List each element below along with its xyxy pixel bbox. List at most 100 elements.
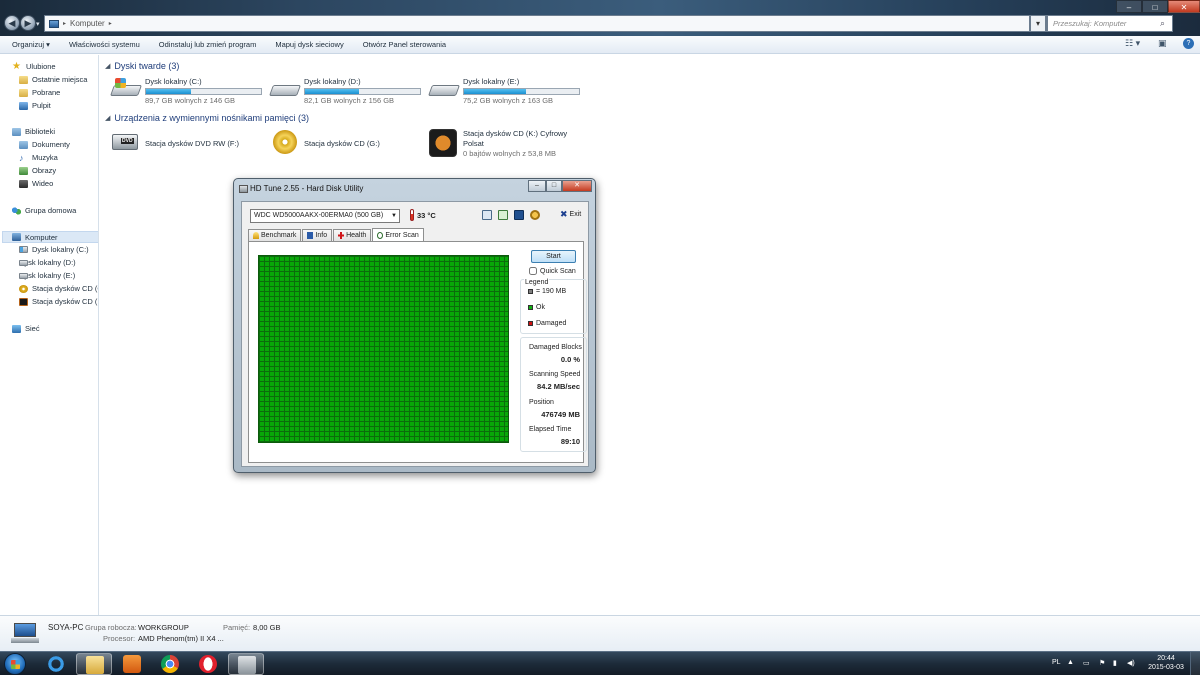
dropdown-arrow-icon[interactable]: ▼ — [391, 210, 397, 222]
drive-dvd-f[interactable]: DVD Stacja dysków DVD RW (F:) — [111, 130, 239, 158]
computer-icon — [11, 621, 39, 645]
drive-select[interactable]: WDC WD5000AAKX-00ERMA0 (500 GB) ▼ — [250, 209, 400, 223]
media-player-icon — [123, 655, 141, 673]
network-tray-icon[interactable]: ▭ — [1083, 659, 1090, 667]
collapse-arrow-icon[interactable]: ◢ — [105, 62, 110, 70]
preview-pane-icon[interactable]: ▣ — [1158, 38, 1167, 49]
signal-icon[interactable]: ▮ — [1113, 659, 1117, 667]
nav-documents[interactable]: Dokumenty — [19, 140, 70, 149]
desktop-icon — [19, 101, 28, 110]
search-icon[interactable]: ⌕ — [1160, 18, 1165, 29]
hdtune-window[interactable]: HD Tune 2.55 - Hard Disk Utility – □ ✕ W… — [233, 178, 596, 473]
nav-homegroup[interactable]: Grupa domowa — [12, 206, 76, 215]
quick-scan-checkbox[interactable]: Quick Scan — [529, 267, 576, 275]
tab-benchmark[interactable]: Benchmark — [248, 229, 302, 241]
search-input[interactable]: Przeszukaj: Komputer — [1047, 15, 1173, 32]
legend-box: Legend = 190 MB Ok Damaged — [520, 279, 587, 334]
nav-label: Obrazy — [32, 166, 57, 175]
help-icon[interactable]: ? — [1183, 38, 1194, 49]
drive-d[interactable]: Dysk lokalny (D:) 82,1 GB wolnych z 156 … — [268, 77, 421, 106]
organize-menu[interactable]: Organizuj ▾ — [12, 40, 50, 49]
nav-pictures[interactable]: Obrazy — [19, 166, 56, 175]
options-icon[interactable] — [530, 210, 540, 220]
start-button[interactable]: Start — [531, 250, 576, 263]
drive-cd-k[interactable]: Stacja dysków CD (K:) Cyfrowy Polsat 0 b… — [429, 129, 573, 159]
homegroup-icon — [12, 206, 21, 215]
section-removable[interactable]: ◢ Urządzenia z wymiennymi nośnikami pami… — [105, 113, 309, 123]
drive-c[interactable]: Dysk lokalny (C:) 89,7 GB wolnych z 146 … — [109, 77, 262, 106]
open-control-panel-button[interactable]: Otwórz Panel sterowania — [363, 40, 446, 49]
nav-recent-places[interactable]: Ostatnie miejsca — [19, 75, 87, 84]
maximize-button[interactable]: □ — [546, 180, 562, 192]
exit-button[interactable]: ✖ Exit — [560, 209, 581, 220]
map-network-drive-button[interactable]: Mapuj dysk sieciowy — [275, 40, 343, 49]
collapse-arrow-icon[interactable]: ◢ — [105, 114, 110, 122]
change-view-icon[interactable]: ☷ ▾ — [1125, 38, 1140, 49]
nav-downloads[interactable]: Pobrane — [19, 88, 60, 97]
show-hidden-icons-icon[interactable]: ▲ — [1067, 659, 1074, 666]
taskbar-hdtune[interactable] — [228, 653, 264, 675]
health-cross-icon — [338, 232, 345, 239]
back-button[interactable]: ◀ — [4, 15, 20, 31]
taskbar-ie[interactable] — [38, 653, 74, 675]
drive-cd-g[interactable]: Stacja dysków CD (G:) — [270, 130, 380, 158]
volume-icon[interactable]: ◀) — [1127, 659, 1135, 667]
clock[interactable]: 20:44 2015-03-03 — [1146, 654, 1186, 672]
tab-label: Info — [315, 232, 328, 239]
taskbar-chrome[interactable] — [152, 653, 188, 675]
recent-pages-dropdown-icon[interactable]: ▾ — [36, 20, 40, 28]
system-properties-button[interactable]: Właściwości systemu — [69, 40, 140, 49]
tab-label: Error Scan — [385, 231, 419, 239]
close-button[interactable]: ✕ — [562, 180, 592, 192]
windows-drive-icon — [19, 246, 28, 253]
nav-network[interactable]: Sieć — [12, 324, 40, 333]
address-dropdown-icon[interactable]: ▾ — [1030, 15, 1046, 32]
minimize-button[interactable]: – — [1116, 0, 1142, 13]
nav-drive-e[interactable]: Dysk lokalny (E:) — [19, 271, 75, 280]
downloads-icon — [19, 88, 28, 97]
copy-icon[interactable] — [482, 210, 492, 220]
nav-drive-g[interactable]: Stacja dysków CD (G — [19, 284, 98, 293]
tab-info[interactable]: Info — [302, 229, 333, 241]
quick-scan-check[interactable] — [529, 267, 537, 275]
minimize-button[interactable]: – — [528, 180, 546, 192]
breadcrumb-separator-icon[interactable]: ▸ — [63, 20, 66, 27]
taskbar-media-player[interactable] — [114, 653, 150, 675]
nav-computer[interactable]: Komputer — [2, 231, 98, 243]
nav-libraries[interactable]: Biblioteki — [12, 127, 55, 136]
tab-label: Health — [346, 232, 367, 239]
address-bar[interactable]: ▸ Komputer ▸ — [44, 15, 1030, 32]
show-desktop-button[interactable] — [1190, 652, 1200, 675]
drive-icon — [19, 272, 28, 279]
drive-e[interactable]: Dysk lokalny (E:) 75,2 GB wolnych z 163 … — [427, 77, 580, 106]
close-button[interactable]: ✕ — [1168, 0, 1200, 13]
internet-explorer-icon — [47, 655, 65, 673]
nav-videos[interactable]: Wideo — [19, 179, 53, 188]
nav-drive-d[interactable]: Dysk lokalny (D:) — [19, 258, 76, 267]
nav-music[interactable]: ♪ Muzyka — [19, 153, 58, 162]
breadcrumb-chevron-icon[interactable]: ▸ — [109, 20, 112, 27]
capacity-fill — [464, 89, 527, 94]
save-icon[interactable] — [514, 210, 524, 220]
breadcrumb[interactable]: Komputer — [70, 19, 105, 28]
section-hard-drives[interactable]: ◢ Dyski twarde (3) — [105, 61, 179, 71]
nav-drive-k[interactable]: Stacja dysków CD (K — [19, 297, 98, 306]
nav-drive-c[interactable]: Dysk lokalny (C:) — [19, 245, 89, 254]
taskbar-explorer[interactable] — [76, 653, 112, 675]
action-center-flag-icon[interactable]: ⚑ — [1099, 659, 1105, 667]
forward-button[interactable]: ▶ — [20, 15, 36, 31]
hdtune-client-area: WDC WD5000AAKX-00ERMA0 (500 GB) ▼ 33 °C … — [241, 201, 589, 467]
language-indicator[interactable]: PL — [1052, 659, 1061, 666]
tab-health[interactable]: Health — [333, 229, 372, 241]
tab-error-scan[interactable]: Error Scan — [372, 228, 424, 241]
drive-icon — [19, 259, 28, 266]
copy-all-icon[interactable] — [498, 210, 508, 220]
magnifier-icon — [377, 231, 384, 239]
nav-desktop[interactable]: Pulpit — [19, 101, 51, 110]
quick-scan-label: Quick Scan — [540, 267, 576, 275]
taskbar-opera[interactable] — [190, 653, 226, 675]
uninstall-program-button[interactable]: Odinstaluj lub zmień program — [159, 40, 257, 49]
nav-favorites[interactable]: ★ Ulubione — [12, 61, 56, 71]
start-button[interactable] — [4, 653, 26, 675]
maximize-button[interactable]: □ — [1142, 0, 1168, 13]
